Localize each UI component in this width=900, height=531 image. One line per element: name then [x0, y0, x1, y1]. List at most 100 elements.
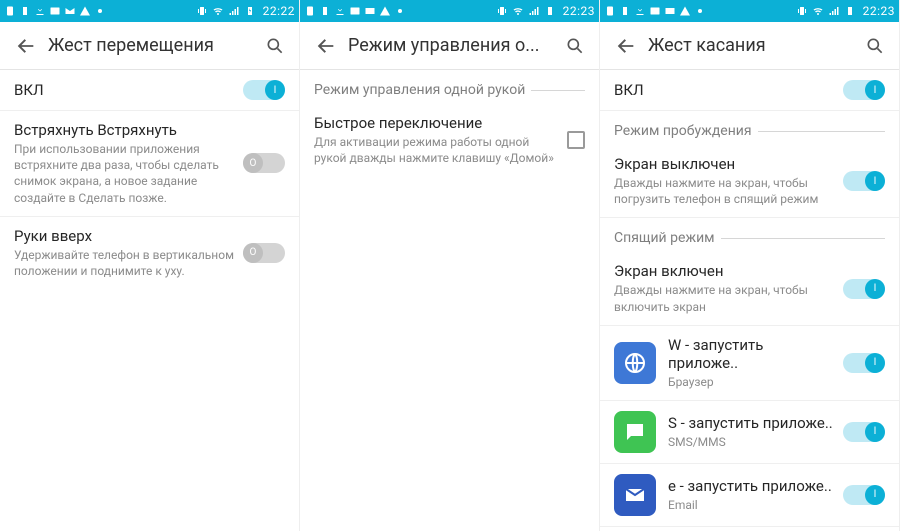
sim-icon [4, 5, 16, 17]
page-title: Жест перемещения [48, 35, 259, 56]
battery-icon [319, 5, 331, 17]
gesture-w-row[interactable]: W - запустить приложе.. Браузер [600, 326, 899, 401]
gesture-e-row[interactable]: e - запустить приложе.. Email [600, 464, 899, 527]
sms-icon [614, 411, 656, 453]
vibrate-icon [196, 5, 208, 17]
browser-icon [614, 342, 656, 384]
status-bar: 22:23 [600, 0, 899, 22]
signal-icon [528, 5, 540, 17]
gesture-s-title: S - запустить приложе.. [668, 414, 835, 432]
gesture-s-row[interactable]: S - запустить приложе.. SMS/MMS [600, 401, 899, 464]
image-icon [649, 5, 661, 17]
hands-up-title: Руки вверх [14, 227, 235, 245]
charging-icon [844, 5, 856, 17]
hands-up-toggle[interactable] [243, 243, 285, 263]
vibrate-icon [796, 5, 808, 17]
shake-shake-toggle[interactable] [243, 153, 285, 173]
master-switch-row[interactable]: ВКЛ [600, 70, 899, 111]
signal-icon [228, 5, 240, 17]
sim-icon [304, 5, 316, 17]
back-button[interactable] [12, 32, 40, 60]
quick-switch-checkbox[interactable] [567, 131, 585, 149]
email-icon [614, 474, 656, 516]
status-bar: 22:22 [0, 0, 299, 22]
usb-icon [694, 5, 706, 17]
section-wake: Режим пробуждения [600, 111, 899, 145]
download-icon [334, 5, 346, 17]
shake-shake-title: Встряхнуть Встряхнуть [14, 121, 235, 139]
gesture-e-title: e - запустить приложе.. [668, 477, 835, 495]
battery-icon [19, 5, 31, 17]
screen-on-title: Экран включен [614, 262, 835, 280]
quick-switch-sub: Для активации режима работы одной рукой … [314, 134, 559, 166]
signal-icon [828, 5, 840, 17]
mail-icon [664, 5, 676, 17]
wifi-icon [512, 5, 524, 17]
usb-icon [394, 5, 406, 17]
status-time: 22:23 [863, 4, 895, 18]
screen-touch-gesture: 22:23 Жест касания ВКЛ Режим пробуждения… [600, 0, 900, 531]
section-sleep: Спящий режим [600, 218, 899, 252]
warning-icon [79, 5, 91, 17]
sim-icon [604, 5, 616, 17]
status-time: 22:22 [263, 4, 295, 18]
wifi-icon [812, 5, 824, 17]
screen-off-toggle[interactable] [843, 171, 885, 191]
gesture-w-sub: Браузер [668, 374, 835, 390]
page-title: Режим управления о... [348, 35, 559, 56]
charging-icon [544, 5, 556, 17]
warning-icon [379, 5, 391, 17]
mail-icon [364, 5, 376, 17]
app-bar: Режим управления о... [300, 22, 599, 70]
hands-up-sub: Удерживайте телефон в вертикальном полож… [14, 247, 235, 279]
screen-off-sub: Дважды нажмите на экран, чтобы погрузить… [614, 175, 835, 207]
gesture-c-row[interactable]: C - запустить приложе.. Фото [600, 527, 899, 531]
usb-icon [94, 5, 106, 17]
app-bar: Жест касания [600, 22, 899, 70]
search-button[interactable] [859, 30, 891, 62]
mail-icon [64, 5, 76, 17]
section-sleep-label: Спящий режим [614, 230, 715, 246]
warning-icon [679, 5, 691, 17]
download-icon [34, 5, 46, 17]
master-switch-label: ВКЛ [14, 81, 235, 99]
shake-shake-sub: При использовании приложения встряхните … [14, 141, 235, 206]
quick-switch-title: Быстрое переключение [314, 114, 559, 132]
download-icon [634, 5, 646, 17]
divider [758, 131, 885, 132]
master-switch-label: ВКЛ [614, 81, 835, 99]
hands-up-row[interactable]: Руки вверх Удерживайте телефон в вертика… [0, 217, 299, 289]
gesture-s-toggle[interactable] [843, 422, 885, 442]
section-wake-label: Режим пробуждения [614, 123, 752, 139]
divider [531, 90, 585, 91]
divider [721, 238, 885, 239]
gesture-s-sub: SMS/MMS [668, 434, 835, 450]
vibrate-icon [496, 5, 508, 17]
search-button[interactable] [559, 30, 591, 62]
shake-shake-row[interactable]: Встряхнуть Встряхнуть При использовании … [0, 111, 299, 217]
gesture-w-toggle[interactable] [843, 353, 885, 373]
gesture-e-toggle[interactable] [843, 485, 885, 505]
wifi-icon [212, 5, 224, 17]
master-toggle[interactable] [243, 80, 285, 100]
charging-icon [244, 5, 256, 17]
search-button[interactable] [259, 30, 291, 62]
image-icon [349, 5, 361, 17]
back-button[interactable] [612, 32, 640, 60]
back-button[interactable] [312, 32, 340, 60]
screen-on-toggle[interactable] [843, 279, 885, 299]
image-icon [49, 5, 61, 17]
gesture-e-sub: Email [668, 497, 835, 513]
screen-off-title: Экран выключен [614, 155, 835, 173]
section-one-hand-label: Режим управления одной рукой [314, 82, 525, 98]
screen-on-sub: Дважды нажмите на экран, чтобы включить … [614, 282, 835, 314]
master-switch-row[interactable]: ВКЛ [0, 70, 299, 111]
status-bar: 22:23 [300, 0, 599, 22]
app-bar: Жест перемещения [0, 22, 299, 70]
screen-on-row[interactable]: Экран включен Дважды нажмите на экран, ч… [600, 252, 899, 325]
screen-one-hand-mode: 22:23 Режим управления о... Режим управл… [300, 0, 600, 531]
screen-off-row[interactable]: Экран выключен Дважды нажмите на экран, … [600, 145, 899, 218]
master-toggle[interactable] [843, 80, 885, 100]
quick-switch-row[interactable]: Быстрое переключение Для активации режим… [300, 104, 599, 176]
status-time: 22:23 [563, 4, 595, 18]
